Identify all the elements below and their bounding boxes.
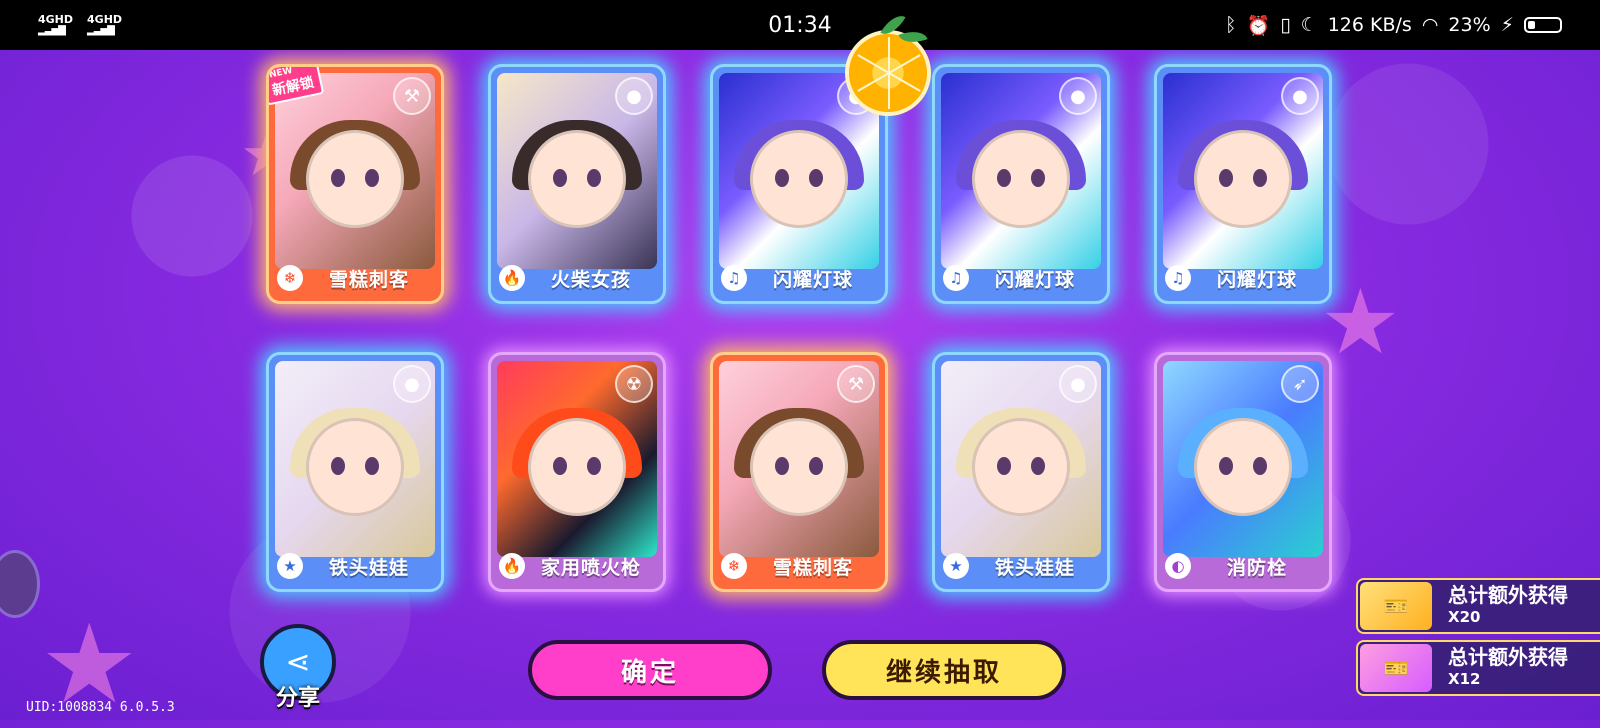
reward-count: X20	[1448, 608, 1481, 626]
character-card[interactable]: ➶ ◐ 消防栓	[1154, 352, 1332, 592]
clock: 01:34	[768, 12, 832, 38]
side-avatar-bubble[interactable]	[0, 550, 40, 618]
vibrate-icon: ▯	[1280, 14, 1291, 36]
character-face	[1194, 417, 1292, 516]
music-note-icon: ♫	[1165, 265, 1191, 291]
signal-indicators: 4GHD ▂▃▅▇ 4GHD ▂▃▅▇	[38, 14, 122, 36]
card-name-bar: 🔥 家用喷火枪	[497, 549, 657, 583]
snowflake-icon: ❄	[721, 553, 747, 579]
hammer-icon: ⚒	[837, 365, 875, 403]
signal-2: 4GHD ▂▃▅▇	[87, 13, 123, 36]
bomb-icon: ●	[1281, 77, 1319, 115]
card-name-bar: ♫ 闪耀灯球	[941, 261, 1101, 295]
character-name: 雪糕刺客	[328, 268, 409, 291]
uid-version: UID:1008834 6.0.5.3	[26, 700, 175, 715]
status-bar: 4GHD ▂▃▅▇ 4GHD ▂▃▅▇ 01:34 ᛒ ⏰ ▯ ☾ 126 KB/s…	[0, 0, 1600, 50]
character-face	[306, 129, 404, 228]
reward-count: X12	[1448, 670, 1481, 688]
character-card[interactable]: ● ♫ 闪耀灯球	[932, 64, 1110, 304]
orange-logo	[845, 30, 931, 116]
reward-label: 总计额外获得	[1448, 583, 1568, 607]
moon-icon: ☾	[1300, 14, 1318, 36]
reward-summary-gold: 🎫 总计额外获得 X20	[1356, 578, 1600, 634]
decor-star: ★	[1320, 270, 1401, 375]
character-face	[972, 129, 1070, 228]
card-name-bar: ♫ 闪耀灯球	[719, 261, 879, 295]
new-unlock-text: 新解锁	[270, 74, 316, 100]
card-name-bar: ♫ 闪耀灯球	[1163, 261, 1323, 295]
bow-icon: ➶	[1281, 365, 1319, 403]
character-face	[528, 129, 626, 228]
alarm-icon: ⏰	[1246, 14, 1271, 37]
music-note-icon: ♫	[721, 265, 747, 291]
character-name: 铁头娃娃	[328, 556, 409, 579]
flame-icon: 🔥	[499, 265, 525, 291]
share-icon: ⋖	[285, 644, 311, 680]
character-card[interactable]: ● ★ 铁头娃娃	[266, 352, 444, 592]
flame-icon: 🔥	[499, 553, 525, 579]
character-name: 闪耀灯球	[1216, 268, 1297, 291]
character-card[interactable]: ● 🔥 火柴女孩	[488, 64, 666, 304]
character-name: 铁头娃娃	[994, 556, 1075, 579]
hammer-icon: ⚒	[393, 77, 431, 115]
character-card[interactable]: ● ★ 铁头娃娃	[932, 352, 1110, 592]
character-name: 家用喷火枪	[540, 556, 641, 579]
character-card[interactable]: ⚒ ❄ 雪糕刺客	[710, 352, 888, 592]
character-name: 火柴女孩	[550, 268, 631, 291]
continue-draw-button[interactable]: 继续抽取	[822, 640, 1066, 700]
character-card[interactable]: ⚒ ❄ 雪糕刺客 NEW 新解锁	[266, 64, 444, 304]
bluetooth-icon: ᛒ	[1225, 14, 1237, 36]
confirm-button[interactable]: 确定	[528, 640, 772, 700]
card-name-bar: ★ 铁头娃娃	[275, 549, 435, 583]
character-name: 闪耀灯球	[994, 268, 1075, 291]
reward-label: 总计额外获得	[1448, 645, 1568, 669]
card-name-bar: ❄ 雪糕刺客	[719, 549, 879, 583]
character-card[interactable]: ☢ 🔥 家用喷火枪	[488, 352, 666, 592]
music-note-icon: ♫	[943, 265, 969, 291]
character-card[interactable]: ● ♫ 闪耀灯球	[1154, 64, 1332, 304]
character-face	[972, 417, 1070, 516]
character-name: 雪糕刺客	[772, 556, 853, 579]
character-face	[750, 129, 848, 228]
character-face	[528, 417, 626, 516]
reward-summary-pink: 🎫 总计额外获得 X12	[1356, 640, 1600, 696]
wifi-icon: ◠	[1421, 14, 1439, 36]
battery-percent: 23%	[1448, 14, 1491, 36]
character-face	[750, 417, 848, 516]
bomb-icon: ●	[615, 77, 653, 115]
star-icon: ★	[943, 553, 969, 579]
character-name: 闪耀灯球	[772, 268, 853, 291]
battery-icon	[1524, 17, 1562, 33]
radiation-icon: ☢	[615, 365, 653, 403]
gold-ticket-icon: 🎫	[1360, 582, 1432, 630]
card-name-bar: ★ 铁头娃娃	[941, 549, 1101, 583]
signal-1: 4GHD ▂▃▅▇	[38, 13, 74, 36]
card-name-bar: ◐ 消防栓	[1163, 549, 1323, 583]
moon-icon: ◐	[1165, 553, 1191, 579]
card-name-bar: 🔥 火柴女孩	[497, 261, 657, 295]
star-icon: ★	[277, 553, 303, 579]
card-name-bar: ❄ 雪糕刺客	[275, 261, 435, 295]
character-name: 消防栓	[1226, 556, 1287, 579]
bomb-icon: ●	[393, 365, 431, 403]
share-label: 分享	[275, 686, 320, 711]
status-icons: ᛒ ⏰ ▯ ☾ 126 KB/s ◠ 23% ⚡	[1225, 14, 1562, 37]
pink-ticket-icon: 🎫	[1360, 644, 1432, 692]
character-face	[1194, 129, 1292, 228]
charging-icon: ⚡	[1500, 14, 1514, 36]
snowflake-icon: ❄	[277, 265, 303, 291]
bomb-icon: ●	[1059, 365, 1097, 403]
network-speed: 126 KB/s	[1327, 14, 1412, 36]
bomb-icon: ●	[1059, 77, 1097, 115]
character-face	[306, 417, 404, 516]
